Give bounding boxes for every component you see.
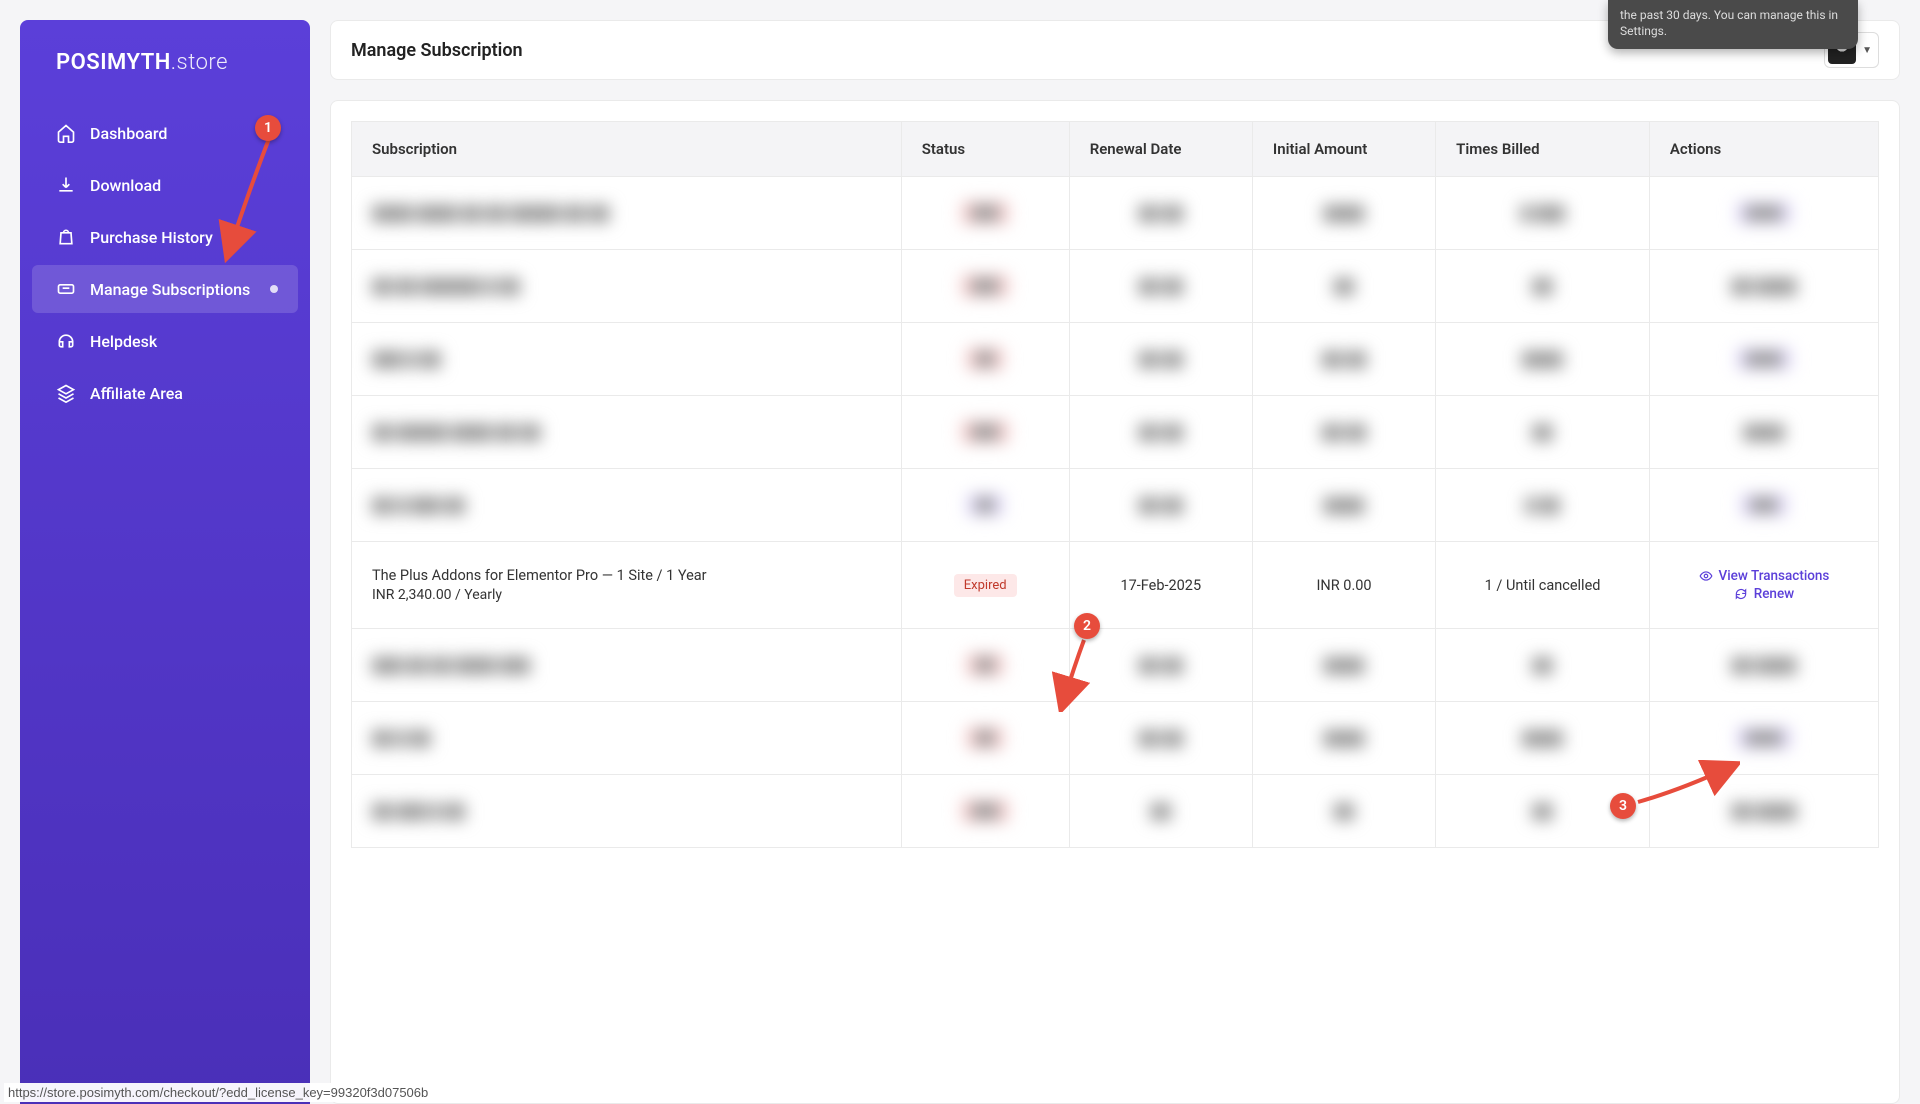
cell-subscription: The Plus Addons for Elementor Pro — 1 Si… — [352, 542, 902, 629]
active-dot-icon — [270, 285, 278, 293]
renew-link[interactable]: Renew — [1670, 586, 1858, 602]
view-transactions-link[interactable]: View Transactions — [1670, 568, 1858, 584]
nav-label: Affiliate Area — [90, 384, 183, 403]
brand-part2: .store — [171, 50, 228, 75]
col-billed: Times Billed — [1436, 122, 1650, 177]
table-row: ██ █ ██ ██ ██ ██ ████ ████ ████ — [352, 702, 1879, 775]
subscription-name: The Plus Addons for Elementor Pro — 1 Si… — [372, 567, 881, 584]
sidebar-item-purchase-history[interactable]: Purchase History — [32, 213, 298, 261]
sidebar-item-helpdesk[interactable]: Helpdesk — [32, 317, 298, 365]
sidebar-item-affiliate-area[interactable]: Affiliate Area — [32, 369, 298, 417]
col-status: Status — [901, 122, 1069, 177]
cell-initial: INR 0.00 — [1252, 542, 1435, 629]
sidebar: POSIMYTH.store Dashboard Download Purcha… — [20, 20, 310, 1104]
eye-icon — [1699, 569, 1713, 583]
toast-text: the past 30 days. You can manage this in… — [1620, 8, 1838, 38]
download-icon — [56, 175, 76, 195]
refresh-icon — [1734, 587, 1748, 601]
nav-label: Manage Subscriptions — [90, 280, 250, 299]
table-row: ███ ██ ██ ████ ███ ██ ██ ██ ████ ██ ██ █… — [352, 629, 1879, 702]
nav-label: Helpdesk — [90, 332, 157, 351]
headset-icon — [56, 331, 76, 351]
page-title: Manage Subscription — [351, 40, 523, 61]
col-actions: Actions — [1649, 122, 1878, 177]
sidebar-item-manage-subscriptions[interactable]: Manage Subscriptions — [32, 265, 298, 313]
table-row: ██ ██ ██████ █ ██ ███ ██ ██ ██ ██ ██ ███… — [352, 250, 1879, 323]
subscriptions-table: Subscription Status Renewal Date Initial… — [351, 121, 1879, 848]
brand-part1: POSIMYTH — [56, 50, 171, 75]
status-bar-url: https://store.posimyth.com/checkout/?edd… — [4, 1083, 432, 1102]
nav-label: Purchase History — [90, 228, 213, 247]
subscription-price: INR 2,340.00 / Yearly — [372, 587, 881, 603]
col-initial: Initial Amount — [1252, 122, 1435, 177]
col-subscription: Subscription — [352, 122, 902, 177]
annotation-marker-1: 1 — [255, 115, 281, 141]
bag-icon — [56, 227, 76, 247]
ticket-icon — [56, 279, 76, 299]
chevron-down-icon: ▼ — [1862, 45, 1872, 56]
table-row: ██ ███ █ ██ ███ ██ ██ ██ ██ ████ — [352, 775, 1879, 848]
link-text: Renew — [1754, 586, 1795, 602]
status-badge: Expired — [954, 574, 1017, 597]
link-text: View Transactions — [1719, 568, 1830, 584]
table-row-visible: The Plus Addons for Elementor Pro — 1 Si… — [352, 542, 1879, 629]
subscriptions-panel: Subscription Status Renewal Date Initial… — [330, 100, 1900, 1104]
notification-toast: the past 30 days. You can manage this in… — [1608, 0, 1858, 49]
cell-status: Expired — [901, 542, 1069, 629]
cell-renewal: 17-Feb-2025 — [1069, 542, 1252, 629]
annotation-marker-3: 3 — [1610, 793, 1636, 819]
cell-actions: View Transactions Renew — [1649, 542, 1878, 629]
table-row: ██ █████ ████ ██ ██ ███ ██ ██ ██ ██ ██ █… — [352, 396, 1879, 469]
nav-label: Dashboard — [90, 124, 167, 143]
annotation-marker-2: 2 — [1074, 613, 1100, 639]
table-row: ████ ████ ██ ██ █████ ██ ██ ███ ██ ██ ██… — [352, 177, 1879, 250]
table-row: ███ █ ██ ██ ██ ██ ██ ██ ████ ████ — [352, 323, 1879, 396]
layers-icon — [56, 383, 76, 403]
nav-label: Download — [90, 176, 161, 195]
home-icon — [56, 123, 76, 143]
col-renewal: Renewal Date — [1069, 122, 1252, 177]
brand-logo: POSIMYTH.store — [20, 45, 310, 105]
sidebar-item-download[interactable]: Download — [32, 161, 298, 209]
table-row: ██ █ ███ ██ ██ ██ ██ ████ █ ██ ███ — [352, 469, 1879, 542]
cell-billed: 1 / Until cancelled — [1436, 542, 1650, 629]
